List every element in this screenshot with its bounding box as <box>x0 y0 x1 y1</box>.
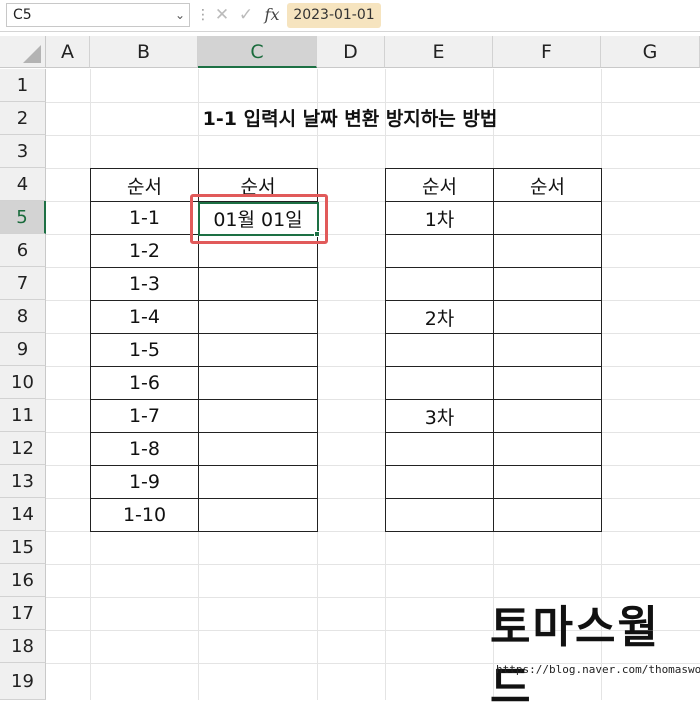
row-header-17[interactable]: 17 <box>0 597 46 630</box>
column-header-c[interactable]: C <box>198 36 317 68</box>
table-cell[interactable] <box>385 234 494 268</box>
right-header-e[interactable]: 순서 <box>385 168 494 202</box>
column-header-e[interactable]: E <box>385 36 493 68</box>
chevron-down-icon[interactable]: ⌄ <box>170 3 190 27</box>
table-cell[interactable]: 1-1 <box>90 201 199 235</box>
table-cell[interactable] <box>198 432 318 466</box>
row-header-2[interactable]: 2 <box>0 102 46 135</box>
column-header-a[interactable]: A <box>46 36 90 68</box>
table-cell[interactable] <box>198 399 318 433</box>
table-cell[interactable] <box>385 432 494 466</box>
row-header-15[interactable]: 15 <box>0 531 46 564</box>
table-cell[interactable]: 3차 <box>385 399 494 433</box>
table-cell[interactable] <box>385 465 494 499</box>
table-cell[interactable] <box>493 201 602 235</box>
right-header-f[interactable]: 순서 <box>493 168 602 202</box>
table-cell[interactable] <box>198 366 318 400</box>
row-header-14[interactable]: 14 <box>0 498 46 531</box>
table-cell[interactable]: 1-6 <box>90 366 199 400</box>
select-all-icon <box>23 45 41 63</box>
row-header-16[interactable]: 16 <box>0 564 46 597</box>
table-cell[interactable] <box>198 300 318 334</box>
gridline <box>46 102 700 103</box>
row-header-10[interactable]: 10 <box>0 366 46 399</box>
row-header-4[interactable]: 4 <box>0 168 46 201</box>
fx-icon[interactable]: fx <box>260 3 284 27</box>
table-cell[interactable]: 1-7 <box>90 399 199 433</box>
row-header-12[interactable]: 12 <box>0 432 46 465</box>
table-cell[interactable]: 1-9 <box>90 465 199 499</box>
watermark-title: 토마스월드 <box>490 602 660 713</box>
table-cell[interactable] <box>493 399 602 433</box>
table-cell[interactable]: 1-10 <box>90 498 199 532</box>
table-cell[interactable]: 1차 <box>385 201 494 235</box>
table-cell[interactable]: 1-4 <box>90 300 199 334</box>
row-header-6[interactable]: 6 <box>0 234 46 267</box>
table-cell[interactable] <box>493 432 602 466</box>
watermark-url: https://blog.naver.com/thomasworld <box>496 663 700 676</box>
check-icon[interactable]: ✓ <box>235 4 257 28</box>
sheet-title[interactable]: 1-1 입력시 날짜 변환 방지하는 방법 <box>48 104 652 134</box>
gridline <box>46 135 700 136</box>
table-cell[interactable] <box>493 300 602 334</box>
table-cell[interactable] <box>493 465 602 499</box>
table-cell[interactable]: 1-5 <box>90 333 199 367</box>
column-header-b[interactable]: B <box>90 36 198 68</box>
row-header-18[interactable]: 18 <box>0 630 46 663</box>
table-cell[interactable] <box>493 267 602 301</box>
row-header-9[interactable]: 9 <box>0 333 46 366</box>
close-icon[interactable]: ✕ <box>211 4 233 28</box>
table-cell[interactable] <box>493 234 602 268</box>
row-header-8[interactable]: 8 <box>0 300 46 333</box>
column-header-d[interactable]: D <box>317 36 385 68</box>
vertical-dots-icon[interactable]: ⋮ <box>196 4 210 28</box>
row-header-19[interactable]: 19 <box>0 663 46 700</box>
table-cell[interactable] <box>385 366 494 400</box>
highlight-box <box>190 194 328 244</box>
row-header-7[interactable]: 7 <box>0 267 46 300</box>
row-header-3[interactable]: 3 <box>0 135 46 168</box>
table-cell[interactable]: 1-3 <box>90 267 199 301</box>
table-cell[interactable] <box>493 366 602 400</box>
column-header-f[interactable]: F <box>493 36 601 68</box>
table-cell[interactable]: 1-2 <box>90 234 199 268</box>
row-header-13[interactable]: 13 <box>0 465 46 498</box>
column-header-g[interactable]: G <box>601 36 700 68</box>
table-cell[interactable] <box>385 498 494 532</box>
table-cell[interactable] <box>493 333 602 367</box>
table-cell[interactable] <box>385 267 494 301</box>
table-cell[interactable] <box>198 465 318 499</box>
table-cell[interactable]: 2차 <box>385 300 494 334</box>
table-cell[interactable] <box>198 333 318 367</box>
formula-input[interactable]: 2023-01-01 <box>287 3 381 28</box>
row-header-5[interactable]: 5 <box>0 201 46 234</box>
table-cell[interactable]: 1-8 <box>90 432 199 466</box>
name-box[interactable]: C5 <box>6 3 190 27</box>
gridline <box>46 564 700 565</box>
row-header-11[interactable]: 11 <box>0 399 46 432</box>
table-cell[interactable] <box>198 267 318 301</box>
table-cell[interactable] <box>493 498 602 532</box>
row-header-1[interactable]: 1 <box>0 69 46 102</box>
table-cell[interactable] <box>385 333 494 367</box>
left-header-b[interactable]: 순서 <box>90 168 199 202</box>
table-cell[interactable] <box>198 498 318 532</box>
